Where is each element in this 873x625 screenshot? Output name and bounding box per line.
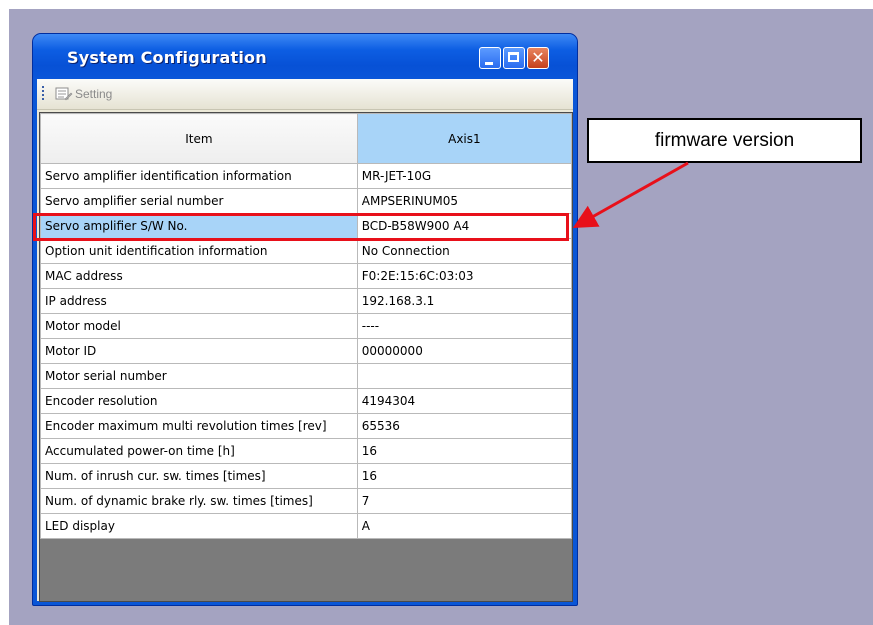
row-item-cell[interactable]: IP address	[40, 288, 358, 314]
firmware-version-callout: firmware version	[587, 118, 862, 163]
row-value-cell[interactable]: ----	[356, 313, 572, 339]
table-row[interactable]: Num. of inrush cur. sw. times [times] 16	[40, 463, 572, 489]
table-row[interactable]: Motor serial number	[40, 363, 572, 389]
close-glyph: ✕	[531, 48, 545, 67]
row-item-cell[interactable]: Motor ID	[40, 338, 358, 364]
row-item-cell[interactable]: Encoder maximum multi revolution times […	[40, 413, 358, 439]
row-value-cell[interactable]: 7	[356, 488, 572, 514]
row-value-cell[interactable]: 16	[356, 438, 572, 464]
table-row[interactable]: Servo amplifier identification informati…	[40, 163, 572, 189]
row-item-cell[interactable]: Option unit identification information	[40, 238, 358, 264]
row-item-cell[interactable]: Num. of inrush cur. sw. times [times]	[40, 463, 358, 489]
row-value-cell[interactable]: 16	[356, 463, 572, 489]
row-value-cell[interactable]: MR-JET-10G	[356, 163, 572, 189]
window-title: System Configuration	[67, 48, 267, 67]
row-item-cell[interactable]: Num. of dynamic brake rly. sw. times [ti…	[40, 488, 358, 514]
minimize-icon[interactable]	[479, 47, 501, 69]
callout-text: firmware version	[654, 129, 795, 151]
setting-icon	[55, 87, 73, 101]
setting-button-label: Setting	[75, 87, 113, 101]
table-row[interactable]: IP address 192.168.3.1	[40, 288, 572, 314]
row-value-cell[interactable]: A	[356, 513, 572, 539]
row-value-cell[interactable]: AMPSERINUM05	[356, 188, 572, 214]
row-value-cell[interactable]: F0:2E:15:6C:03:03	[356, 263, 572, 289]
row-value-cell[interactable]: No Connection	[356, 238, 572, 264]
grid-header-row: Item Axis1	[40, 113, 572, 164]
row-item-cell[interactable]: Accumulated power-on time [h]	[40, 438, 358, 464]
configuration-table: Item Axis1 Servo amplifier identificatio…	[40, 113, 572, 539]
table-row[interactable]: Servo amplifier serial number AMPSERINUM0…	[40, 188, 572, 214]
system-configuration-window: System Configuration ✕ Setting Item Axis…	[32, 33, 578, 606]
title-bar[interactable]: System Configuration ✕	[33, 34, 577, 79]
row-item-cell[interactable]: Motor model	[40, 313, 358, 339]
row-item-cell[interactable]: Servo amplifier identification informati…	[40, 163, 358, 189]
configuration-grid[interactable]: Item Axis1 Servo amplifier identificatio…	[39, 112, 573, 602]
row-item-cell[interactable]: Encoder resolution	[40, 388, 358, 414]
close-icon[interactable]: ✕	[527, 47, 549, 69]
row-item-cell[interactable]: Servo amplifier S/W No.	[40, 213, 358, 239]
table-row[interactable]: Num. of dynamic brake rly. sw. times [ti…	[40, 488, 572, 514]
table-row[interactable]: Encoder maximum multi revolution times […	[40, 413, 572, 439]
table-row[interactable]: LED display A	[40, 513, 572, 539]
row-item-cell[interactable]: MAC address	[40, 263, 358, 289]
row-value-cell[interactable]: 00000000	[356, 338, 572, 364]
row-item-cell[interactable]: LED display	[40, 513, 358, 539]
row-item-cell[interactable]: Servo amplifier serial number	[40, 188, 358, 214]
window-client-area: Setting Item Axis1 Servo amplifier ident…	[37, 79, 573, 602]
row-item-cell[interactable]: Motor serial number	[40, 363, 358, 389]
row-value-cell[interactable]: BCD-B58W900 A4	[356, 213, 572, 239]
table-row[interactable]: Motor model ----	[40, 313, 572, 339]
column-header-axis1[interactable]: Axis1	[356, 113, 572, 164]
toolbar-grip-icon[interactable]	[42, 86, 44, 102]
setting-button[interactable]: Setting	[51, 84, 116, 104]
table-row[interactable]: Option unit identification information No…	[40, 238, 572, 264]
toolbar: Setting	[37, 79, 573, 110]
table-row[interactable]: Encoder resolution 4194304	[40, 388, 572, 414]
row-value-cell[interactable]: 192.168.3.1	[356, 288, 572, 314]
table-row[interactable]: Accumulated power-on time [h] 16	[40, 438, 572, 464]
column-header-item[interactable]: Item	[40, 113, 358, 164]
row-value-cell[interactable]: 4194304	[356, 388, 572, 414]
table-row[interactable]: Servo amplifier S/W No. BCD-B58W900 A4	[40, 213, 572, 239]
table-row[interactable]: MAC address F0:2E:15:6C:03:03	[40, 263, 572, 289]
row-value-cell[interactable]	[356, 363, 572, 389]
maximize-icon[interactable]	[503, 47, 525, 69]
table-row[interactable]: Motor ID 00000000	[40, 338, 572, 364]
row-value-cell[interactable]: 65536	[356, 413, 572, 439]
